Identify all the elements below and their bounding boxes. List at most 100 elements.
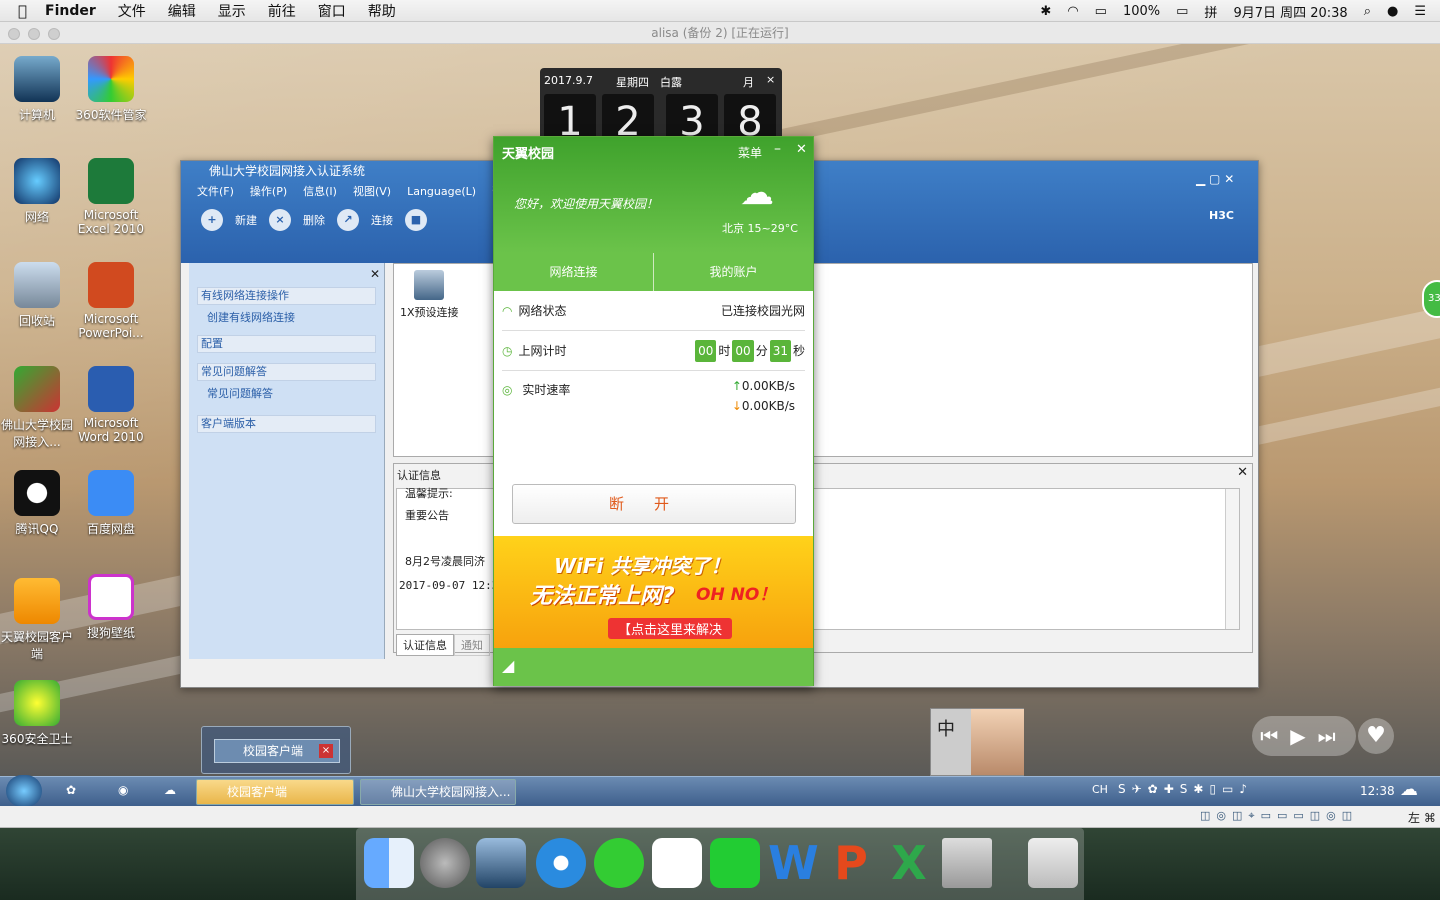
new-button[interactable]: 新建 <box>235 212 257 228</box>
new-icon[interactable]: + <box>201 209 223 231</box>
connection-item[interactable]: 1X预设连接 <box>400 304 459 320</box>
connect-icon[interactable]: ↗ <box>337 209 359 231</box>
apple-icon[interactable]:  <box>18 2 27 20</box>
h3c-menu-info[interactable]: 信息(I) <box>303 183 337 199</box>
taskbar-item-fosu[interactable]: 佛山大学校园网接入... <box>360 779 516 805</box>
tab-auth-info[interactable]: 认证信息 <box>396 634 454 656</box>
delete-button[interactable]: 删除 <box>303 212 325 228</box>
vm-device-icons[interactable]: ◫◎◫⌖▭▭▭◫◎◫ <box>1200 809 1358 823</box>
h3c-menu-file[interactable]: 文件(F) <box>197 183 234 199</box>
lang-indicator[interactable]: CH <box>1092 783 1108 796</box>
menu-view[interactable]: 显示 <box>218 1 246 21</box>
desktop-icon-computer[interactable]: 计算机 <box>0 56 74 123</box>
desktop-icon-fosu-client[interactable]: 佛山大学校园网接入... <box>0 366 74 450</box>
minimize-icon[interactable]: – <box>774 141 781 157</box>
flip-clock-widget[interactable]: 2017.9.7 星期四 白露 月 × 1 2 3 8 <box>540 68 782 145</box>
taskbar-clock[interactable]: 12:38 <box>1360 784 1395 798</box>
dock-finder-icon[interactable] <box>364 838 414 888</box>
desktop-icon-excel[interactable]: Microsoft Excel 2010 <box>74 158 148 236</box>
menu-edit[interactable]: 编辑 <box>168 1 196 21</box>
desktop-icon-sogou-wallpaper[interactable]: 搜狗壁纸 <box>74 574 148 641</box>
stop-icon[interactable]: ■ <box>405 209 427 231</box>
connection-icon[interactable] <box>414 270 444 300</box>
menu-help[interactable]: 帮助 <box>368 1 396 21</box>
dock-wechat-icon[interactable] <box>594 838 644 888</box>
siri-icon[interactable]: ● <box>1387 4 1398 19</box>
taskbar-item-campus-client[interactable]: 校园客户端 <box>196 779 354 805</box>
airplay-icon[interactable]: ▭ <box>1095 4 1107 19</box>
ime-zh-label[interactable]: 中 <box>937 715 955 741</box>
menu-file[interactable]: 文件 <box>118 1 146 21</box>
menu-window[interactable]: 窗口 <box>318 1 346 21</box>
dock-vm-window-icon[interactable] <box>942 838 992 888</box>
clock-mode[interactable]: 月 <box>743 74 754 90</box>
notification-center-icon[interactable]: ☰ <box>1414 4 1426 19</box>
spotlight-icon[interactable]: ⌕ <box>1364 4 1371 19</box>
desktop-icon-360-security[interactable]: 360安全卫士 <box>0 680 74 747</box>
dock-safari-icon[interactable] <box>536 838 586 888</box>
clock-close-icon[interactable]: × <box>766 73 775 86</box>
sidebar-close-icon[interactable]: ✕ <box>189 263 384 281</box>
dock-excel-icon[interactable]: X <box>884 838 934 888</box>
desktop-icon-360-software[interactable]: 360软件管家 <box>74 56 148 123</box>
taskbar-pin-baidu-icon[interactable]: ☁ <box>164 783 176 797</box>
sidebar-section-version[interactable]: 客户端版本 <box>197 415 376 433</box>
window-controls[interactable]: ▁ ▢ ✕ <box>1196 172 1234 186</box>
desktop-icon-powerpoint[interactable]: Microsoft PowerPoi... <box>74 262 148 340</box>
tianyi-menu-button[interactable]: 菜单 <box>738 144 762 161</box>
desktop-icon-word[interactable]: Microsoft Word 2010 <box>74 366 148 444</box>
sidebar-section-wired[interactable]: 有线网络连接操作 <box>197 287 376 305</box>
tab-network-connection[interactable]: 网络连接 <box>494 253 654 291</box>
notice-scrollbar[interactable] <box>1225 489 1239 629</box>
dock-launchpad-icon[interactable] <box>420 838 470 888</box>
ime-photo-widget[interactable]: 中 <box>930 708 1024 776</box>
minimize-window-button[interactable] <box>28 28 40 40</box>
dock-powerpoint-icon[interactable]: P <box>826 838 876 888</box>
heart-icon[interactable]: ♥ <box>1358 718 1394 754</box>
dock-trash-icon[interactable] <box>1028 838 1078 888</box>
sidebar-section-config[interactable]: 配置 <box>197 335 376 353</box>
media-controls[interactable]: ⏮▶⏭ <box>1252 716 1356 756</box>
wifi-conflict-ad-banner[interactable]: WiFi 共享冲突了！ 无法正常上网? OH NO！ 【点击这里来解决 <box>494 536 813 648</box>
faq-link[interactable]: 常见问题解答 <box>189 381 384 401</box>
menu-app-finder[interactable]: Finder <box>45 3 96 19</box>
preview-close-icon[interactable]: × <box>319 744 333 758</box>
connect-button[interactable]: 连接 <box>371 212 393 228</box>
auth-info-close-icon[interactable]: ✕ <box>1237 465 1248 480</box>
dock-virtualbox-icon[interactable] <box>476 838 526 888</box>
menu-go[interactable]: 前往 <box>268 1 296 21</box>
tab-notice[interactable]: 通知 <box>454 634 490 656</box>
sidebar-section-faq[interactable]: 常见问题解答 <box>197 363 376 381</box>
battery-icon[interactable]: ▭ <box>1176 4 1188 19</box>
dock-iqiyi-icon[interactable] <box>710 838 760 888</box>
dock-word-icon[interactable]: W <box>768 838 819 888</box>
bluetooth-icon[interactable]: ✱ <box>1040 4 1051 19</box>
desktop-icon-network[interactable]: 网络 <box>0 158 74 225</box>
dock-baidu-netdisk-icon[interactable] <box>652 838 702 888</box>
start-button[interactable] <box>6 775 42 807</box>
zoom-window-button[interactable] <box>48 28 60 40</box>
tab-my-account[interactable]: 我的账户 <box>654 253 813 291</box>
desktop-icon-tianyi-client[interactable]: 天翼校园客户端 <box>0 578 74 662</box>
create-wired-connection-link[interactable]: 创建有线网络连接 <box>189 305 384 325</box>
taskbar-pin-chrome-icon[interactable]: ◉ <box>118 783 128 797</box>
close-icon[interactable]: ✕ <box>796 142 807 157</box>
system-tray-icons[interactable]: S✈✿✚S✱▯▭♪ <box>1118 782 1253 796</box>
close-window-button[interactable] <box>8 28 20 40</box>
desktop-icon-baidu-netdisk[interactable]: 百度网盘 <box>74 470 148 537</box>
h3c-menu-operate[interactable]: 操作(P) <box>250 183 287 199</box>
battery-percent[interactable]: 100% <box>1123 4 1160 19</box>
menubar-clock[interactable]: 9月7日 周四 20:38 <box>1233 2 1347 21</box>
h3c-menu-language[interactable]: Language(L) <box>407 185 476 198</box>
taskbar-preview[interactable]: 校园客户端 × <box>201 726 351 774</box>
desktop-icon-recycle-bin[interactable]: 回收站 <box>0 262 74 329</box>
side-float-badge[interactable]: 33 <box>1422 280 1440 318</box>
h3c-menu-view[interactable]: 视图(V) <box>353 183 391 199</box>
disconnect-button[interactable]: 断开 <box>512 484 796 524</box>
desktop-icon-qq[interactable]: 腾讯QQ <box>0 470 74 537</box>
delete-icon[interactable]: × <box>269 209 291 231</box>
taskbar-pin-360-icon[interactable]: ✿ <box>66 783 76 797</box>
cloud-sync-icon[interactable]: ☁ <box>1400 779 1418 800</box>
ime-indicator[interactable]: 拼 <box>1204 2 1217 21</box>
wifi-icon[interactable]: ◠ <box>1067 4 1078 19</box>
